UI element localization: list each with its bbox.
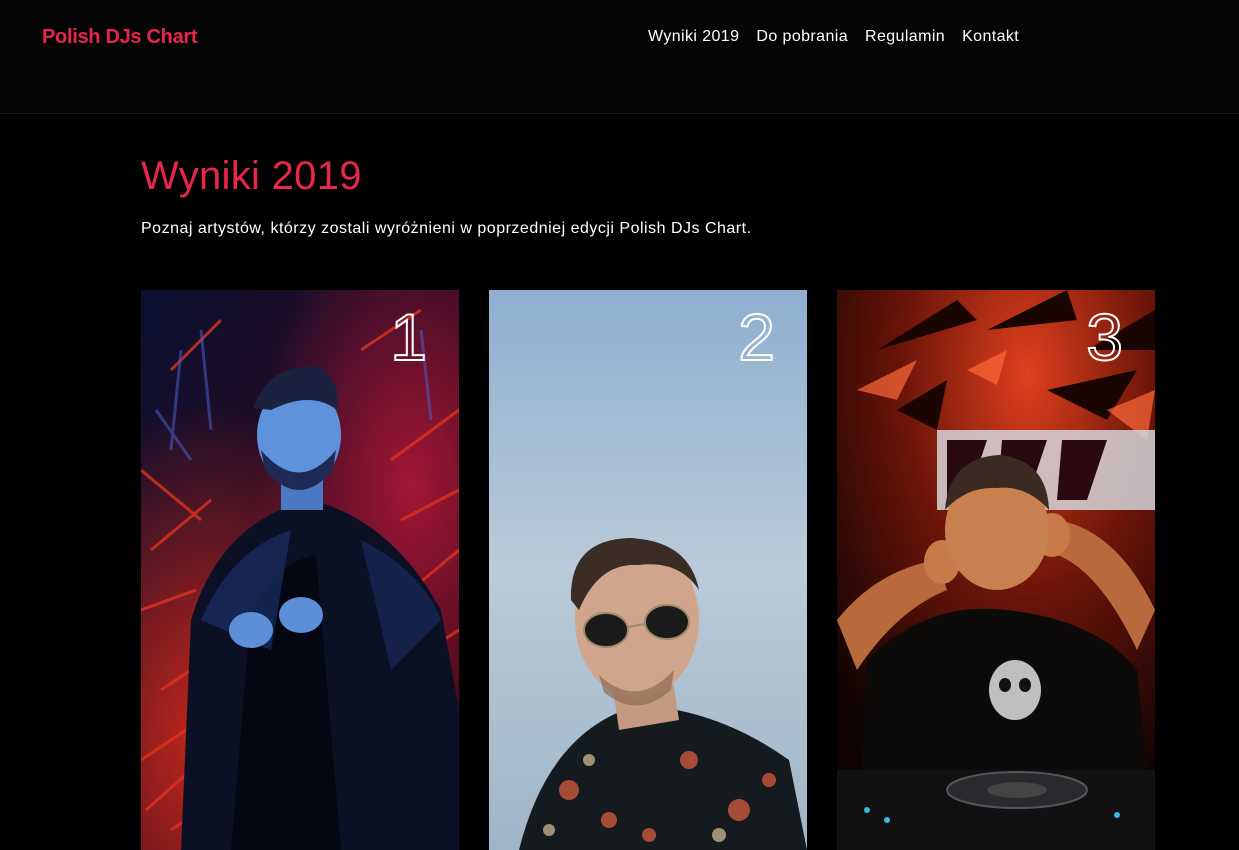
nav-link-kontakt[interactable]: Kontakt (962, 28, 1019, 46)
nav-link-regulamin[interactable]: Regulamin (865, 28, 945, 46)
winner-photo-3 (837, 290, 1155, 850)
nav-link-do-pobrania[interactable]: Do pobrania (756, 28, 848, 46)
page-title: Wyniki 2019 (141, 154, 362, 198)
winner-photo-2 (489, 290, 807, 850)
nav-link-wyniki-2019[interactable]: Wyniki 2019 (648, 28, 739, 46)
main-nav: Wyniki 2019 Do pobrania Regulamin Kontak… (648, 28, 1019, 46)
winner-card-1[interactable]: 1 (141, 290, 459, 850)
site-logo[interactable]: Polish DJs Chart (42, 26, 198, 49)
page-intro: Poznaj artystów, którzy zostali wyróżnie… (141, 220, 752, 237)
winner-photo-1 (141, 290, 459, 850)
winners-grid: 1 2 3 (141, 290, 1155, 850)
winner-rank-2: 2 (737, 300, 776, 374)
winner-rank-1: 1 (389, 300, 428, 374)
winner-rank-3: 3 (1085, 300, 1124, 374)
winner-card-3[interactable]: 3 (837, 290, 1155, 850)
winner-card-2[interactable]: 2 (489, 290, 807, 850)
site-header: Polish DJs Chart Wyniki 2019 Do pobrania… (0, 0, 1239, 114)
